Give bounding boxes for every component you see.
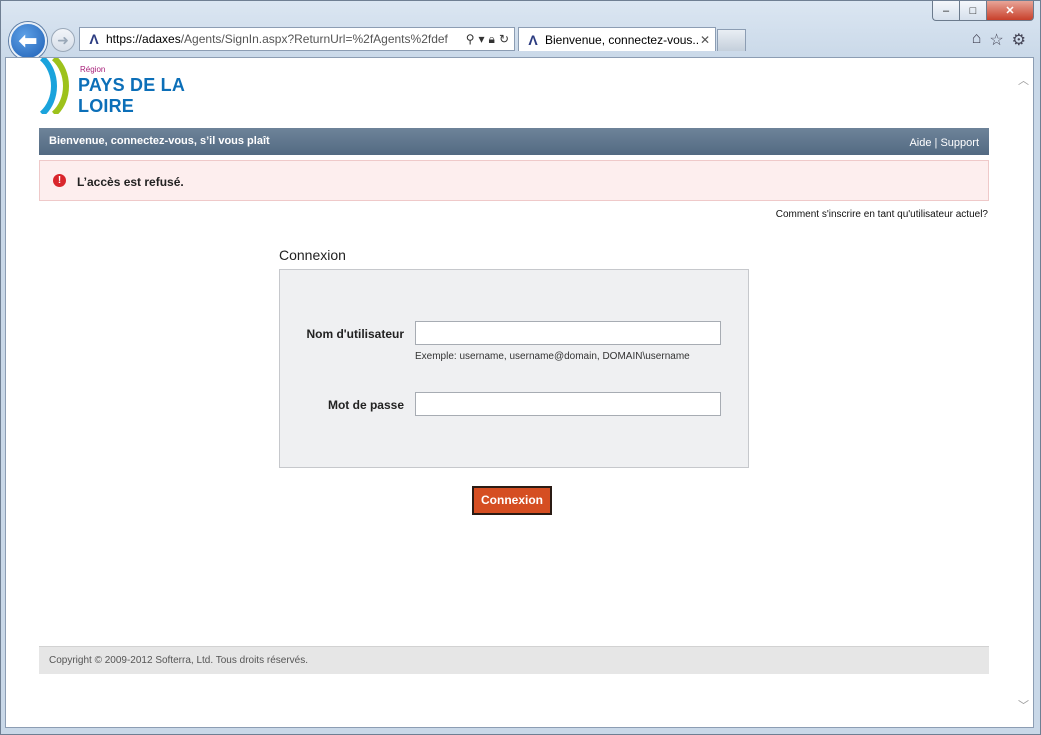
help-link[interactable]: Aide: [909, 137, 931, 149]
url-path: /Agents/SignIn.aspx?ReturnUrl=%2fAgents%…: [180, 32, 448, 46]
logo-region-text: Région: [80, 65, 106, 74]
close-button[interactable]: ✕: [986, 1, 1034, 21]
tab-signin[interactable]: Λ Bienvenue, connectez-vous... ✕: [518, 27, 716, 51]
settings-gear-icon[interactable]: ⚙: [1012, 30, 1026, 50]
logo: Région PAYS DE LA LOIRE: [38, 58, 238, 116]
tab-close-icon[interactable]: ✕: [698, 33, 712, 47]
page-title: Bienvenue, connectez-vous, s’il vous pla…: [49, 135, 270, 147]
minimize-button[interactable]: –: [932, 1, 959, 21]
browser-toolbar-icons: ⌂ ☆ ⚙: [972, 30, 1026, 50]
logo-name-text: PAYS DE LA LOIRE: [78, 75, 185, 116]
forward-button[interactable]: ➜: [51, 28, 75, 52]
password-label: Mot de passe: [327, 398, 404, 412]
address-url[interactable]: https://adaxes/Agents/SignIn.aspx?Return…: [106, 32, 466, 46]
dropdown-arrow-icon[interactable]: ▾: [479, 32, 485, 47]
support-link[interactable]: Support: [940, 137, 979, 149]
header-links: Aide | Support: [909, 137, 979, 149]
login-button[interactable]: Connexion: [472, 486, 552, 515]
page-viewport: Région PAYS DE LA LOIRE Bienvenue, conne…: [5, 57, 1034, 728]
back-arrow-icon: ⬅: [18, 28, 38, 53]
search-icon[interactable]: ⚲: [466, 32, 475, 47]
header-bar: Bienvenue, connectez-vous, s’il vous pla…: [39, 128, 989, 155]
site-favicon-icon: Λ: [89, 31, 99, 47]
back-button[interactable]: ⬅: [9, 22, 47, 60]
footer: Copyright © 2009-2012 Softerra, Ltd. Tou…: [39, 646, 989, 674]
form-title: Connexion: [279, 247, 346, 263]
favorites-star-icon[interactable]: ☆: [989, 30, 1003, 50]
new-tab-button[interactable]: [717, 29, 746, 51]
maximize-button[interactable]: □: [959, 1, 986, 21]
home-icon[interactable]: ⌂: [972, 30, 982, 50]
tab-title: Bienvenue, connectez-vous...: [545, 32, 698, 47]
logo-arcs-icon: [39, 58, 69, 114]
tab-favicon-icon: Λ: [528, 31, 538, 48]
scroll-down-icon[interactable]: ﹀: [1018, 697, 1029, 713]
scroll-up-icon[interactable]: ︿: [1018, 72, 1029, 88]
header-link-separator: |: [934, 137, 938, 149]
username-hint: Exemple: username, username@domain, DOMA…: [415, 351, 690, 362]
url-host: https://adaxes: [106, 32, 181, 46]
error-alert: ! L’accès est refusé.: [39, 160, 989, 201]
refresh-icon[interactable]: ↻: [499, 32, 509, 47]
address-bar[interactable]: Λ https://adaxes/Agents/SignIn.aspx?Retu…: [79, 27, 515, 51]
login-form: Nom d'utilisateur Exemple: username, use…: [279, 269, 749, 468]
browser-window: – □ ✕ ⬅ ➜ Λ https://adaxes/Agents/SignIn…: [0, 0, 1041, 735]
username-label: Nom d'utilisateur: [306, 327, 404, 341]
address-tools: ⚲ ▾ 🔒︎ ↻: [466, 32, 514, 47]
lock-icon[interactable]: 🔒︎: [489, 32, 495, 47]
password-input[interactable]: [415, 392, 721, 416]
copyright-text: Copyright © 2009-2012 Softerra, Ltd. Tou…: [49, 655, 308, 666]
navigation-bar: ⬅ ➜ Λ https://adaxes/Agents/SignIn.aspx?…: [1, 21, 1040, 60]
window-controls: – □ ✕: [932, 1, 1034, 21]
register-link[interactable]: Comment s'inscrire en tant qu'utilisateu…: [776, 209, 988, 220]
forward-arrow-icon: ➜: [57, 31, 69, 48]
vertical-scrollbar[interactable]: ︿ ﹀: [1015, 58, 1033, 727]
error-icon: !: [53, 174, 66, 187]
username-input[interactable]: [415, 321, 721, 345]
error-message: L’accès est refusé.: [77, 175, 184, 189]
